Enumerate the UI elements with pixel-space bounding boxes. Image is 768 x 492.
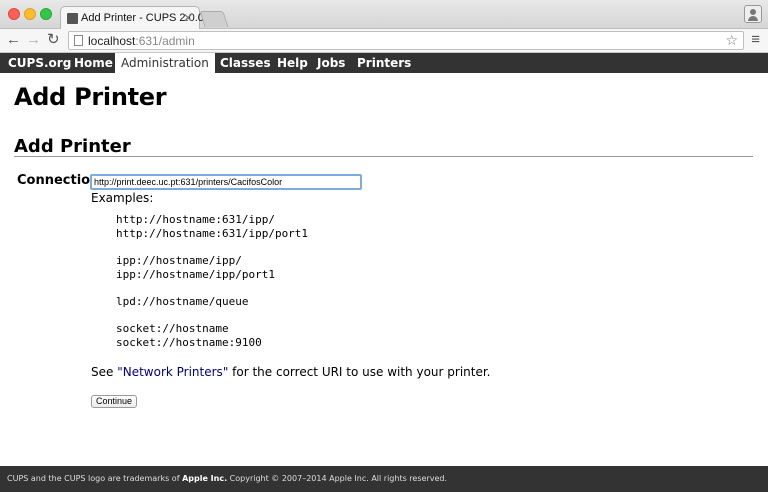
continue-button[interactable]: Continue	[91, 395, 138, 408]
page-title: Add Printer	[14, 83, 167, 111]
network-printers-link[interactable]: "Network Printers"	[117, 365, 228, 379]
page-footer: CUPS and the CUPS logo are trademarks of…	[0, 466, 768, 492]
browser-titlebar: Add Printer - CUPS 2.0.0 ✕	[0, 0, 768, 30]
example-uri: socket://hostname	[116, 322, 229, 335]
examples-list: http://hostname:631/ipp/ http://hostname…	[116, 213, 308, 350]
browser-menu-icon[interactable]: ≡	[751, 32, 760, 48]
example-uri: ipp://hostname/ipp/	[116, 254, 242, 267]
footer-prefix: CUPS and the CUPS logo are trademarks of	[7, 474, 183, 483]
example-uri: lpd://hostname/queue	[116, 295, 249, 308]
help-text: See "Network Printers" for the correct U…	[91, 365, 491, 379]
examples-label: Examples:	[91, 191, 154, 205]
page-icon	[74, 35, 83, 46]
nav-jobs[interactable]: Jobs	[311, 53, 351, 73]
new-tab-button[interactable]	[199, 11, 229, 27]
close-window-icon[interactable]	[8, 8, 20, 20]
minimize-window-icon[interactable]	[24, 8, 36, 20]
browser-toolbar: ← → ↻ localhost:631/admin ☆ ≡	[0, 29, 768, 53]
example-uri: socket://hostname:9100	[116, 336, 262, 349]
cups-nav-bar: CUPS.org Home Administration Classes Hel…	[0, 53, 768, 73]
footer-company: Apple Inc.	[182, 474, 228, 483]
url-text[interactable]: localhost:631/admin	[88, 34, 195, 48]
example-uri: ipp://hostname/ipp/port1	[116, 268, 275, 281]
connection-input[interactable]	[90, 174, 362, 190]
profile-icon[interactable]	[744, 5, 762, 23]
browser-tab[interactable]: Add Printer - CUPS 2.0.0 ✕	[60, 6, 204, 30]
example-uri: http://hostname:631/ipp/	[116, 213, 275, 226]
bookmark-star-icon[interactable]: ☆	[725, 32, 738, 49]
section-divider	[14, 156, 753, 157]
nav-help[interactable]: Help	[271, 53, 314, 73]
footer-suffix: Copyright © 2007–2014 Apple Inc. All rig…	[227, 474, 447, 483]
back-arrow-icon[interactable]: ←	[6, 31, 21, 49]
address-bar[interactable]: localhost:631/admin ☆	[68, 31, 744, 50]
nav-classes[interactable]: Classes	[214, 53, 277, 73]
forward-arrow-icon[interactable]: →	[26, 31, 41, 49]
url-path: :631/admin	[135, 34, 195, 48]
url-host: localhost	[88, 34, 136, 48]
zoom-window-icon[interactable]	[40, 8, 52, 20]
cups-favicon-icon	[67, 13, 78, 24]
example-uri: http://hostname:631/ipp/port1	[116, 227, 309, 240]
help-text-prefix: See	[91, 365, 118, 379]
nav-printers[interactable]: Printers	[351, 53, 417, 73]
nav-home[interactable]: Home	[68, 53, 119, 73]
section-title: Add Printer	[14, 136, 131, 157]
nav-administration[interactable]: Administration	[115, 53, 215, 73]
reload-icon[interactable]: ↻	[47, 31, 60, 49]
tab-close-icon[interactable]: ✕	[183, 11, 193, 25]
nav-cups-org[interactable]: CUPS.org	[2, 53, 77, 73]
help-text-suffix: for the correct URI to use with your pri…	[228, 365, 491, 379]
